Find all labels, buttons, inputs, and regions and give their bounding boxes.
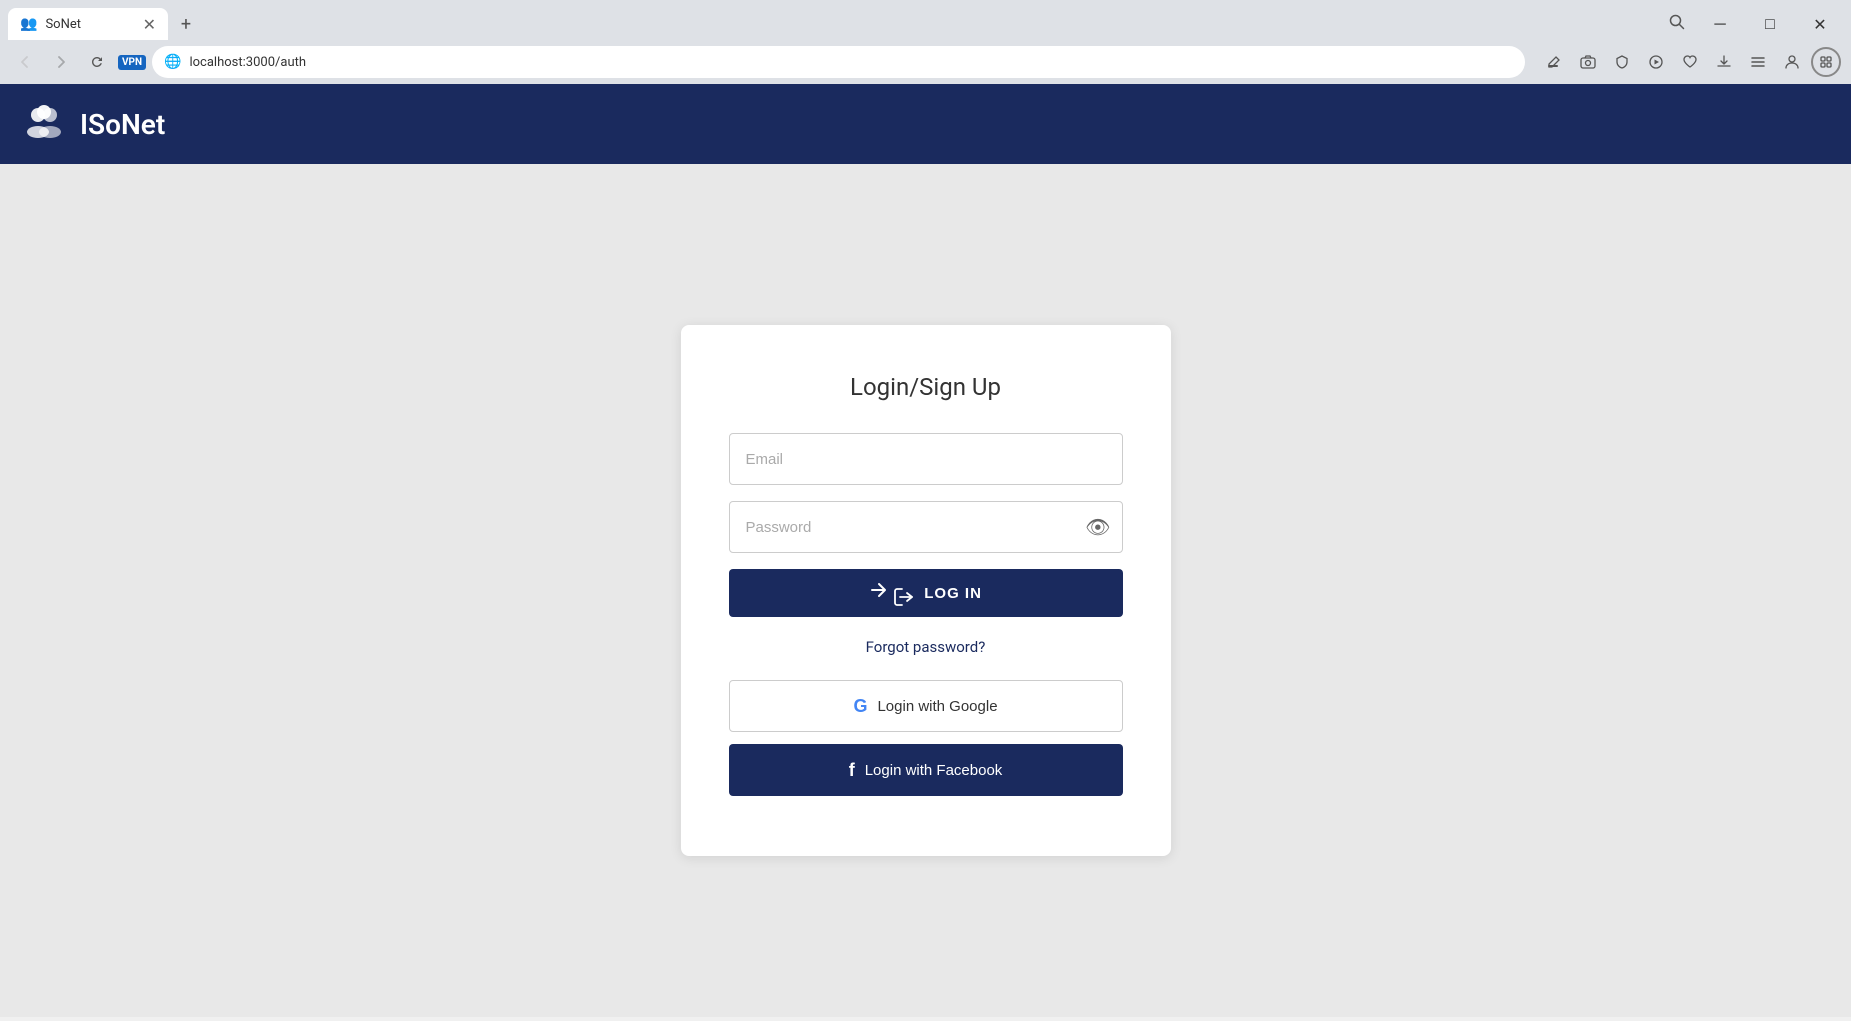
facebook-login-button[interactable]: f Login with Facebook [729,744,1123,796]
close-button[interactable]: ✕ [1797,8,1843,40]
minimize-button[interactable]: ─ [1697,8,1743,40]
url-bar[interactable]: 🌐 localhost:3000/auth [152,46,1525,78]
google-login-button[interactable]: G Login with Google [729,680,1123,732]
app-logo-icon [24,102,64,147]
url-text: localhost:3000/auth [189,55,306,70]
shield-icon[interactable] [1607,47,1637,77]
vpn-badge: VPN [118,55,146,70]
forgot-password-link[interactable]: Forgot password? [866,638,986,656]
google-icon: G [853,696,867,717]
globe-icon: 🌐 [164,54,181,70]
refresh-button[interactable] [82,47,112,77]
heart-icon[interactable] [1675,47,1705,77]
address-bar: VPN 🌐 localhost:3000/auth [0,40,1851,84]
back-button[interactable] [10,47,40,77]
browser-tab[interactable]: 👥 SoNet ✕ [8,8,168,40]
facebook-button-label: Login with Facebook [865,762,1003,779]
forward-button[interactable] [46,47,76,77]
tab-close-button[interactable]: ✕ [143,15,156,34]
browser-chrome: 👥 SoNet ✕ + ─ □ ✕ VPN 🌐 l [0,0,1851,84]
login-button[interactable]: LOG IN [729,569,1123,617]
menu-icon[interactable] [1743,47,1773,77]
window-controls: ─ □ ✕ [1697,8,1843,40]
extensions-button[interactable] [1811,47,1841,77]
password-input[interactable] [729,501,1123,553]
tab-favicon: 👥 [20,16,37,32]
play-icon[interactable] [1641,47,1671,77]
google-button-label: Login with Google [877,698,997,715]
facebook-icon: f [849,760,855,781]
tab-title: SoNet [45,17,134,32]
download-icon[interactable] [1709,47,1739,77]
login-card: Login/Sign Up 👁 LOG IN Forgot password? [681,325,1171,856]
toggle-password-icon[interactable]: 👁 [1085,515,1110,539]
app-body: Login/Sign Up 👁 LOG IN Forgot password? [0,164,1851,1017]
login-title: Login/Sign Up [729,373,1123,401]
password-group: 👁 [729,501,1123,553]
camera-icon[interactable] [1573,47,1603,77]
login-button-icon [869,580,914,605]
toolbar-icons [1539,47,1841,77]
browser-search-icon[interactable] [1665,10,1689,39]
tab-bar: 👥 SoNet ✕ + ─ □ ✕ [0,0,1851,40]
edit-icon[interactable] [1539,47,1569,77]
app-header: ISoNet [0,84,1851,164]
email-group [729,433,1123,485]
email-input[interactable] [729,433,1123,485]
new-tab-button[interactable]: + [172,10,200,38]
app-title: ISoNet [80,108,165,141]
login-button-label: LOG IN [924,585,982,602]
forgot-password-section: Forgot password? [729,637,1123,656]
profile-icon[interactable] [1777,47,1807,77]
maximize-button[interactable]: □ [1747,8,1793,40]
